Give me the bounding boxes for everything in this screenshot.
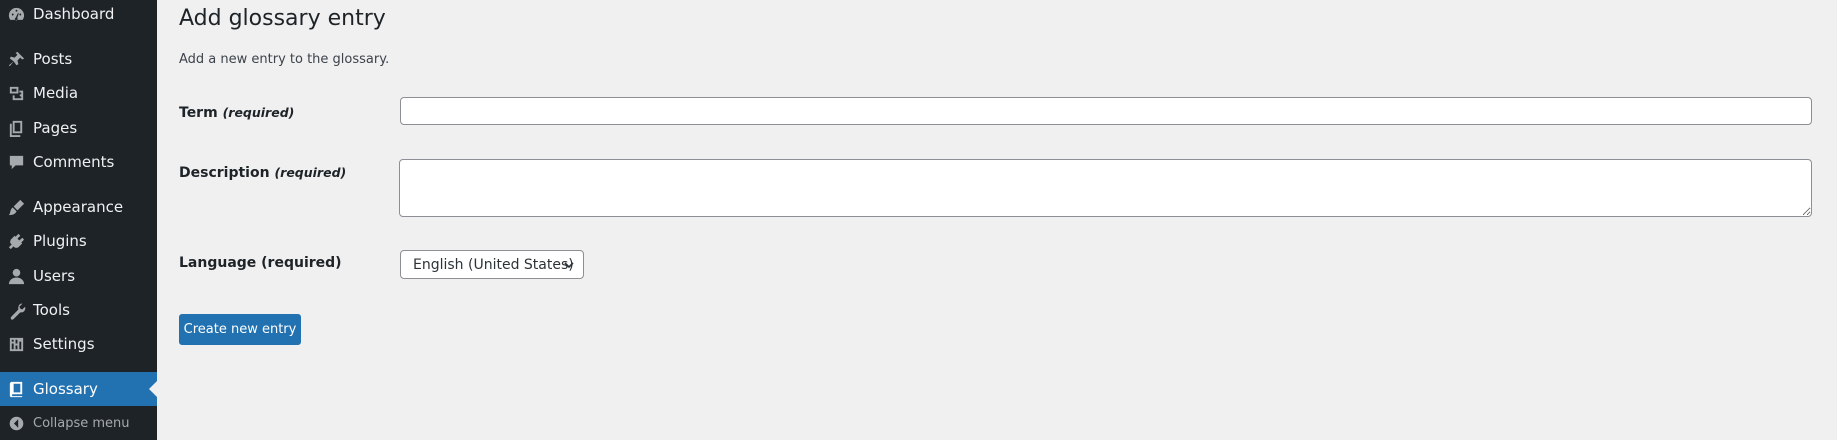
- sidebar-item-posts[interactable]: Posts: [0, 42, 157, 76]
- sidebar-item-label: Users: [33, 267, 76, 285]
- sidebar-item-plugins[interactable]: Plugins: [0, 224, 157, 258]
- collapse-menu-button[interactable]: Collapse menu: [0, 406, 157, 440]
- sidebar-item-glossary[interactable]: Glossary: [0, 372, 157, 406]
- collapse-menu-label: Collapse menu: [33, 415, 130, 431]
- page-description: Add a new entry to the glossary.: [179, 52, 390, 67]
- page-title: Add glossary entry: [179, 6, 386, 31]
- sidebar-item-settings[interactable]: Settings: [0, 327, 157, 361]
- term-label: Term (required): [179, 105, 294, 121]
- sidebar-item-label: Dashboard: [33, 5, 115, 23]
- sidebar-item-label: Media: [33, 84, 79, 102]
- description-required-note: (required): [274, 165, 347, 180]
- chevron-down-icon: [564, 262, 574, 269]
- plugin-icon: [0, 224, 33, 258]
- admin-sidebar: Dashboard Posts Media Pages Comments App…: [0, 0, 157, 440]
- sidebar-item-comments[interactable]: Comments: [0, 145, 157, 179]
- sidebar-item-label: Pages: [33, 119, 78, 137]
- sidebar-item-dashboard[interactable]: Dashboard: [0, 0, 157, 31]
- book-icon: [0, 372, 33, 406]
- description-label-text: Description: [179, 165, 270, 181]
- pushpin-icon: [0, 42, 33, 76]
- sidebar-item-tools[interactable]: Tools: [0, 293, 157, 327]
- create-entry-button[interactable]: Create new entry: [179, 314, 301, 345]
- term-label-text: Term: [179, 105, 218, 121]
- sidebar-item-label: Plugins: [33, 232, 87, 250]
- user-icon: [0, 259, 33, 293]
- term-input[interactable]: [400, 97, 1812, 125]
- sidebar-item-label: Posts: [33, 50, 73, 68]
- sidebar-item-label: Glossary: [33, 380, 98, 398]
- sidebar-item-users[interactable]: Users: [0, 259, 157, 293]
- media-icon: [0, 76, 33, 110]
- dashboard-icon: [0, 0, 33, 31]
- sidebar-item-media[interactable]: Media: [0, 76, 157, 110]
- language-label: Language (required): [179, 255, 342, 271]
- main-content: Add glossary entry Add a new entry to th…: [157, 0, 1837, 440]
- sidebar-item-appearance[interactable]: Appearance: [0, 190, 157, 224]
- sidebar-item-label: Tools: [33, 301, 70, 319]
- sidebar-item-label: Comments: [33, 153, 115, 171]
- sidebar-item-pages[interactable]: Pages: [0, 111, 157, 145]
- collapse-arrow-icon: [0, 406, 33, 440]
- paintbrush-icon: [0, 190, 33, 224]
- sidebar-item-label: Settings: [33, 335, 95, 353]
- language-select[interactable]: English (United States): [400, 250, 584, 279]
- language-selected-value: English (United States): [413, 256, 574, 273]
- settings-icon: [0, 327, 33, 361]
- wrench-icon: [0, 293, 33, 327]
- pages-icon: [0, 111, 33, 145]
- sidebar-item-label: Appearance: [33, 198, 124, 216]
- description-label: Description (required): [179, 165, 346, 181]
- comment-icon: [0, 145, 33, 179]
- term-required-note: (required): [222, 105, 295, 120]
- description-textarea[interactable]: [399, 159, 1812, 217]
